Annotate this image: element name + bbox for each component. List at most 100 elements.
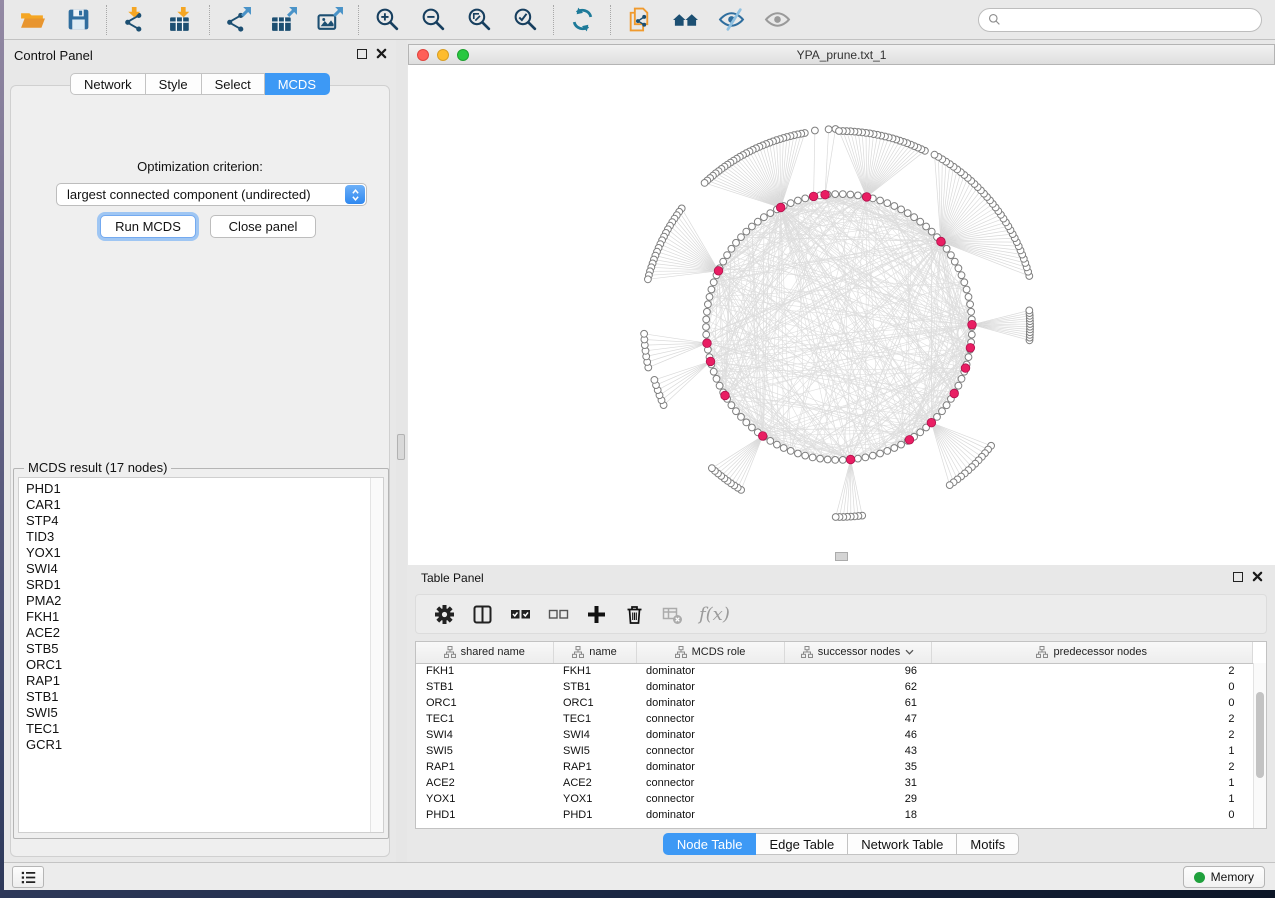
table-cell[interactable]: 0 xyxy=(931,695,1253,711)
show-columns-button[interactable] xyxy=(471,603,493,625)
clear-selection-button[interactable] xyxy=(547,603,569,625)
search-box[interactable] xyxy=(978,8,1262,32)
table-cell[interactable]: 2 xyxy=(931,759,1253,775)
horizontal-splitter-handle[interactable] xyxy=(835,552,848,561)
mcds-result-item[interactable]: STB5 xyxy=(26,641,383,657)
column-header-shared-name[interactable]: shared name xyxy=(416,642,553,663)
mcds-result-item[interactable]: YOX1 xyxy=(26,545,383,561)
mcds-result-item[interactable]: CAR1 xyxy=(26,497,383,513)
mcds-result-item[interactable]: RAP1 xyxy=(26,673,383,689)
table-cell[interactable]: dominator xyxy=(636,727,784,743)
table-cell[interactable]: connector xyxy=(636,711,784,727)
select-all-button[interactable] xyxy=(509,603,531,625)
table-row[interactable]: PHD1PHD1dominator180 xyxy=(416,807,1253,823)
vertical-splitter[interactable] xyxy=(396,40,407,862)
zoom-fit-button[interactable] xyxy=(464,5,494,35)
mcds-result-item[interactable]: FKH1 xyxy=(26,609,383,625)
table-cell[interactable]: 2 xyxy=(931,727,1253,743)
table-row[interactable]: SWI4SWI4dominator462 xyxy=(416,727,1253,743)
table-cell[interactable]: dominator xyxy=(636,679,784,695)
table-cell[interactable]: ORC1 xyxy=(553,695,636,711)
tab-select[interactable]: Select xyxy=(202,73,265,95)
column-header-predecessor-nodes[interactable]: predecessor nodes xyxy=(931,642,1253,663)
table-cell[interactable]: 62 xyxy=(784,679,931,695)
table-cell[interactable]: 1 xyxy=(931,743,1253,759)
table-cell[interactable]: 29 xyxy=(784,791,931,807)
mcds-result-item[interactable]: SWI5 xyxy=(26,705,383,721)
table-cell[interactable]: connector xyxy=(636,791,784,807)
tab-network-table[interactable]: Network Table xyxy=(848,833,957,855)
open-file-button[interactable] xyxy=(17,5,47,35)
table-cell[interactable]: RAP1 xyxy=(416,759,553,775)
mcds-result-list[interactable]: PHD1CAR1STP4TID3YOX1SWI4SRD1PMA2FKH1ACE2… xyxy=(18,477,384,833)
mcds-result-item[interactable]: STP4 xyxy=(26,513,383,529)
zoom-in-button[interactable] xyxy=(372,5,402,35)
table-cell[interactable]: 31 xyxy=(784,775,931,791)
run-mcds-button[interactable]: Run MCDS xyxy=(100,215,196,238)
mcds-result-item[interactable]: TID3 xyxy=(26,529,383,545)
close-table-panel-icon[interactable] xyxy=(1252,571,1263,582)
table-cell[interactable]: 47 xyxy=(784,711,931,727)
hide-selected-button[interactable] xyxy=(716,5,746,35)
table-cell[interactable]: STB1 xyxy=(553,679,636,695)
table-cell[interactable]: ACE2 xyxy=(416,775,553,791)
network-window-titlebar[interactable]: YPA_prune.txt_1 xyxy=(408,44,1275,65)
column-header-name[interactable]: name xyxy=(553,642,636,663)
mcds-result-item[interactable]: PHD1 xyxy=(26,481,383,497)
table-scrollbar-thumb[interactable] xyxy=(1256,692,1264,778)
table-row[interactable]: ORC1ORC1dominator610 xyxy=(416,695,1253,711)
close-panel-button[interactable]: Close panel xyxy=(210,215,316,238)
table-cell[interactable]: dominator xyxy=(636,695,784,711)
add-row-button[interactable] xyxy=(585,603,607,625)
first-neighbors-button[interactable] xyxy=(670,5,700,35)
table-cell[interactable]: TEC1 xyxy=(416,711,553,727)
minimize-window-icon[interactable] xyxy=(437,49,449,61)
mcds-result-item[interactable]: ORC1 xyxy=(26,657,383,673)
import-network-button[interactable] xyxy=(120,5,150,35)
close-panel-icon[interactable] xyxy=(376,48,387,59)
save-session-button[interactable] xyxy=(63,5,93,35)
splitter-handle[interactable] xyxy=(397,434,405,460)
table-row[interactable]: STB1STB1dominator620 xyxy=(416,679,1253,695)
table-cell[interactable]: 0 xyxy=(931,679,1253,695)
tab-node-table[interactable]: Node Table xyxy=(663,833,757,855)
maximize-window-icon[interactable] xyxy=(457,49,469,61)
table-cell[interactable]: PHD1 xyxy=(553,807,636,823)
mcds-result-item[interactable]: ACE2 xyxy=(26,625,383,641)
table-cell[interactable]: YOX1 xyxy=(416,791,553,807)
table-row[interactable]: RAP1RAP1dominator352 xyxy=(416,759,1253,775)
close-window-icon[interactable] xyxy=(417,49,429,61)
table-row[interactable]: YOX1YOX1connector291 xyxy=(416,791,1253,807)
table-cell[interactable]: dominator xyxy=(636,807,784,823)
table-cell[interactable]: 46 xyxy=(784,727,931,743)
import-table-button[interactable] xyxy=(166,5,196,35)
table-cell[interactable]: 2 xyxy=(931,663,1253,679)
tab-mcds[interactable]: MCDS xyxy=(265,73,330,95)
zoom-selected-button[interactable] xyxy=(510,5,540,35)
table-cell[interactable]: PHD1 xyxy=(416,807,553,823)
float-table-panel-icon[interactable] xyxy=(1233,572,1243,582)
table-cell[interactable]: 96 xyxy=(784,663,931,679)
column-header-MCDS-role[interactable]: MCDS role xyxy=(636,642,784,663)
table-row[interactable]: ACE2ACE2connector311 xyxy=(416,775,1253,791)
search-input[interactable] xyxy=(1007,13,1252,27)
table-cell[interactable]: ORC1 xyxy=(416,695,553,711)
table-row[interactable]: FKH1FKH1dominator962 xyxy=(416,663,1253,679)
column-header-successor-nodes[interactable]: successor nodes xyxy=(784,642,931,663)
table-row[interactable]: TEC1TEC1connector472 xyxy=(416,711,1253,727)
table-cell[interactable]: 61 xyxy=(784,695,931,711)
table-scrollbar[interactable] xyxy=(1253,663,1266,828)
network-graph[interactable] xyxy=(408,65,1275,565)
table-cell[interactable]: dominator xyxy=(636,663,784,679)
mcds-result-item[interactable]: PMA2 xyxy=(26,593,383,609)
settings-button[interactable] xyxy=(433,603,455,625)
task-history-button[interactable] xyxy=(12,866,44,888)
mcds-result-item[interactable]: GCR1 xyxy=(26,737,383,753)
tab-edge-table[interactable]: Edge Table xyxy=(756,833,848,855)
table-cell[interactable]: TEC1 xyxy=(553,711,636,727)
tab-motifs[interactable]: Motifs xyxy=(957,833,1019,855)
table-cell[interactable]: 18 xyxy=(784,807,931,823)
table-row[interactable]: SWI5SWI5connector431 xyxy=(416,743,1253,759)
table-cell[interactable]: STB1 xyxy=(416,679,553,695)
delete-row-button[interactable] xyxy=(623,603,645,625)
